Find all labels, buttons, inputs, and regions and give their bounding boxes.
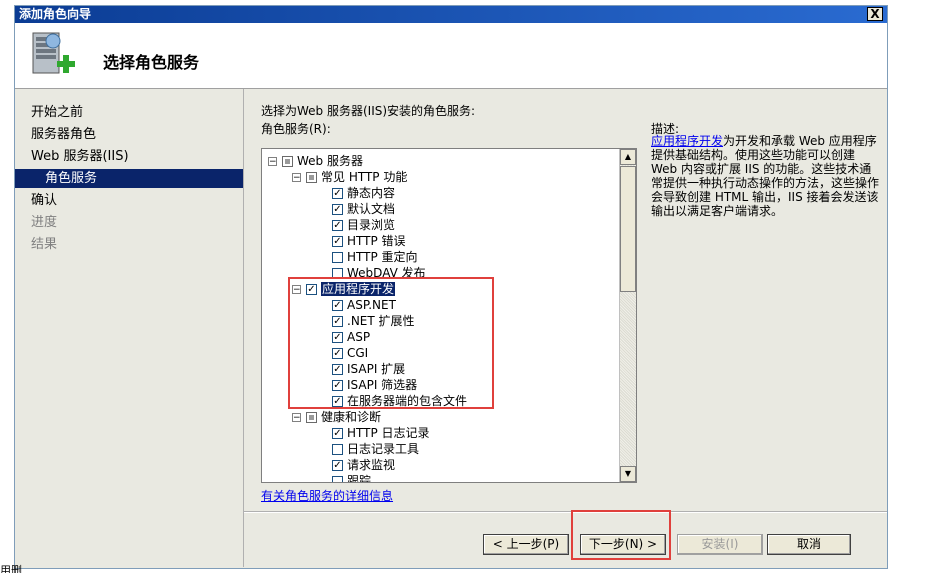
- sidebar-item-results: 结果: [31, 237, 58, 252]
- tree-node-label: 目录浏览: [347, 218, 396, 232]
- tree-checkbox[interactable]: ✓: [332, 364, 343, 375]
- wizard-steps-sidebar: 开始之前 服务器角色 Web 服务器(IIS) 角色服务 确认 进度 结果: [15, 89, 243, 567]
- collapse-icon[interactable]: −: [292, 173, 301, 183]
- tree-node-cgi[interactable]: ✓ CGI: [332, 345, 368, 361]
- scroll-down-arrow-icon[interactable]: ▼: [620, 466, 636, 482]
- tree-checkbox[interactable]: ✓: [332, 332, 343, 343]
- tree-node-label: HTTP 重定向: [347, 250, 418, 264]
- description-link[interactable]: 应用程序开发: [651, 134, 723, 148]
- tree-checkbox[interactable]: ✓: [332, 204, 343, 215]
- tree-checkbox[interactable]: ✓: [332, 316, 343, 327]
- tree-node-label: ASP.NET: [347, 298, 396, 312]
- tree-node-static-content[interactable]: ✓ 静态内容: [332, 185, 395, 201]
- description-text: 应用程序开发为开发和承载 Web 应用程序提供基础结构。使用这些功能可以创建 W…: [651, 134, 881, 218]
- server-add-icon: [32, 32, 75, 74]
- tree-checkbox[interactable]: [306, 172, 317, 183]
- tree-checkbox[interactable]: [332, 476, 343, 482]
- add-roles-wizard-window: 添加角色向导 X 选择角色服务 开始之前 服务器角色 Web 服务器(IIS) …: [14, 5, 888, 569]
- tree-node-label: 在服务器端的包含文件: [347, 394, 468, 408]
- tree-checkbox[interactable]: ✓: [332, 348, 343, 359]
- tree-checkbox[interactable]: ✓: [332, 220, 343, 231]
- cancel-button[interactable]: 取消: [767, 534, 851, 555]
- instruction-text: 选择为Web 服务器(IIS)安装的角色服务:: [261, 104, 476, 118]
- tree-node-common-http[interactable]: − 常见 HTTP 功能: [292, 169, 407, 185]
- wizard-header: 选择角色服务: [15, 23, 887, 89]
- footer-divider-highlight: [244, 512, 887, 513]
- tree-node-http-errors[interactable]: ✓ HTTP 错误: [332, 233, 406, 249]
- tree-node-label: ISAPI 扩展: [347, 362, 406, 376]
- tree-node-http-redirection[interactable]: HTTP 重定向: [332, 249, 418, 265]
- tree-node-isapi-filters[interactable]: ✓ ISAPI 筛选器: [332, 377, 417, 393]
- tree-checkbox[interactable]: ✓: [306, 284, 317, 295]
- tree-checkbox[interactable]: [282, 156, 293, 167]
- tree-node-default-document[interactable]: ✓ 默认文档: [332, 201, 395, 217]
- background-text: 用删: [0, 564, 22, 573]
- tree-node-label: 应用程序开发: [321, 282, 396, 296]
- page-title: 选择角色服务: [103, 53, 200, 72]
- tree-node-label: CGI: [347, 346, 369, 360]
- tree-node-request-monitor[interactable]: ✓ 请求监视: [332, 457, 395, 473]
- tree-node-label: 健康和诊断: [321, 410, 382, 424]
- tree-node-label: Web 服务器: [297, 154, 363, 168]
- tree-checkbox[interactable]: ✓: [332, 428, 343, 439]
- tree-checkbox[interactable]: [332, 252, 343, 263]
- tree-checkbox[interactable]: ✓: [332, 188, 343, 199]
- more-info-link[interactable]: 有关角色服务的详细信息: [261, 487, 393, 504]
- tree-node-logging-tools[interactable]: 日志记录工具: [332, 441, 419, 457]
- tree-checkbox[interactable]: [306, 412, 317, 423]
- sidebar-item-server-roles: 服务器角色: [31, 127, 97, 142]
- tree-node-webdav[interactable]: WebDAV 发布: [332, 265, 426, 281]
- tree-node-health-diagnostics[interactable]: − 健康和诊断: [292, 409, 381, 425]
- tree-node-server-side-includes[interactable]: ✓ 在服务器端的包含文件: [332, 393, 467, 409]
- tree-node-label: 常见 HTTP 功能: [321, 170, 408, 184]
- tree-node-label: HTTP 错误: [347, 234, 406, 248]
- tree-node-label: 请求监视: [347, 458, 396, 472]
- tree-node-label: WebDAV 发布: [347, 266, 426, 280]
- sidebar-divider: [243, 89, 244, 567]
- tree-node-label: ASP: [347, 330, 371, 344]
- role-services-tree[interactable]: − Web 服务器 − 常见 HTTP 功能 ✓ 静态内容 ✓ 默认文档 ✓ 目录浏览 ✓…: [261, 148, 637, 483]
- tree-node-label: 静态内容: [347, 186, 396, 200]
- tree-checkbox[interactable]: ✓: [332, 396, 343, 407]
- sidebar-item-before-you-begin: 开始之前: [31, 105, 84, 120]
- tree-node-app-development[interactable]: − ✓ 应用程序开发: [292, 281, 396, 297]
- tree-node-isapi-extensions[interactable]: ✓ ISAPI 扩展: [332, 361, 405, 377]
- tree-checkbox[interactable]: ✓: [332, 460, 343, 471]
- sidebar-item-web-server-iis: Web 服务器(IIS): [31, 149, 129, 164]
- tree-checkbox[interactable]: ✓: [332, 300, 343, 311]
- tree-node-label: .NET 扩展性: [347, 314, 415, 328]
- collapse-icon[interactable]: −: [268, 157, 277, 167]
- tree-checkbox[interactable]: ✓: [332, 236, 343, 247]
- window-title: 添加角色向导: [19, 7, 92, 21]
- tree-node-directory-browsing[interactable]: ✓ 目录浏览: [332, 217, 395, 233]
- scroll-thumb[interactable]: [620, 166, 636, 292]
- tree-node-tracing[interactable]: 跟踪: [332, 473, 372, 483]
- tree-node-asp[interactable]: ✓ ASP: [332, 329, 370, 345]
- scroll-up-arrow-icon[interactable]: ▲: [620, 149, 636, 165]
- role-services-label: 角色服务(R):: [261, 122, 331, 136]
- tree-node-label: 跟踪: [347, 474, 372, 483]
- tree-node-net-extensibility[interactable]: ✓ .NET 扩展性: [332, 313, 415, 329]
- tree-node-aspnet[interactable]: ✓ ASP.NET: [332, 297, 396, 313]
- sidebar-item-role-services: 角色服务: [15, 169, 243, 188]
- tree-node-label: ISAPI 筛选器: [347, 378, 418, 392]
- sidebar-item-confirmation: 确认: [31, 193, 58, 208]
- sidebar-item-progress: 进度: [31, 215, 58, 230]
- tree-node-label: 默认文档: [347, 202, 396, 216]
- tree-node-http-logging[interactable]: ✓ HTTP 日志记录: [332, 425, 430, 441]
- tree-node-label: HTTP 日志记录: [347, 426, 430, 440]
- tree-checkbox[interactable]: [332, 268, 343, 279]
- previous-button[interactable]: < 上一步(P): [483, 534, 569, 555]
- install-button: 安装(I): [677, 534, 763, 555]
- tree-node-web-server[interactable]: − Web 服务器: [268, 153, 363, 169]
- tree-checkbox[interactable]: [332, 444, 343, 455]
- collapse-icon[interactable]: −: [292, 285, 301, 295]
- collapse-icon[interactable]: −: [292, 413, 301, 423]
- title-bar[interactable]: 添加角色向导 X: [15, 6, 887, 23]
- close-button[interactable]: X: [867, 7, 883, 21]
- next-button[interactable]: 下一步(N) >: [580, 534, 666, 555]
- tree-scrollbar[interactable]: ▲ ▼: [619, 149, 636, 482]
- tree-checkbox[interactable]: ✓: [332, 380, 343, 391]
- tree-node-label: 日志记录工具: [347, 442, 420, 456]
